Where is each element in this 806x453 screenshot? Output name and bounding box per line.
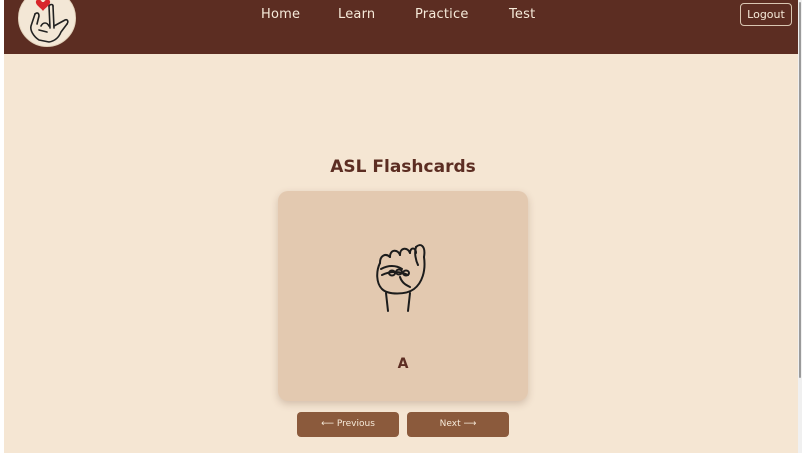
nav-links: Home Learn Practice Test <box>4 0 802 32</box>
page: Home Learn Practice Test Logout ASL Flas… <box>4 0 802 453</box>
flashcard[interactable]: A <box>278 191 528 401</box>
nav-home[interactable]: Home <box>261 7 300 22</box>
asl-letter-a-hand-icon <box>376 244 426 312</box>
flashcard-letter: A <box>397 356 409 372</box>
page-title: ASL Flashcards <box>330 157 476 177</box>
nav-test[interactable]: Test <box>509 7 535 22</box>
previous-button[interactable]: ⟵ Previous <box>297 412 399 437</box>
scrollbar-thumb[interactable] <box>799 2 801 378</box>
next-button[interactable]: Next ⟶ <box>407 412 509 437</box>
navbar: Home Learn Practice Test Logout <box>4 0 802 54</box>
logout-button[interactable]: Logout <box>740 3 792 26</box>
nav-learn[interactable]: Learn <box>338 7 375 22</box>
scrollbar[interactable] <box>798 0 802 453</box>
nav-practice[interactable]: Practice <box>415 7 469 22</box>
